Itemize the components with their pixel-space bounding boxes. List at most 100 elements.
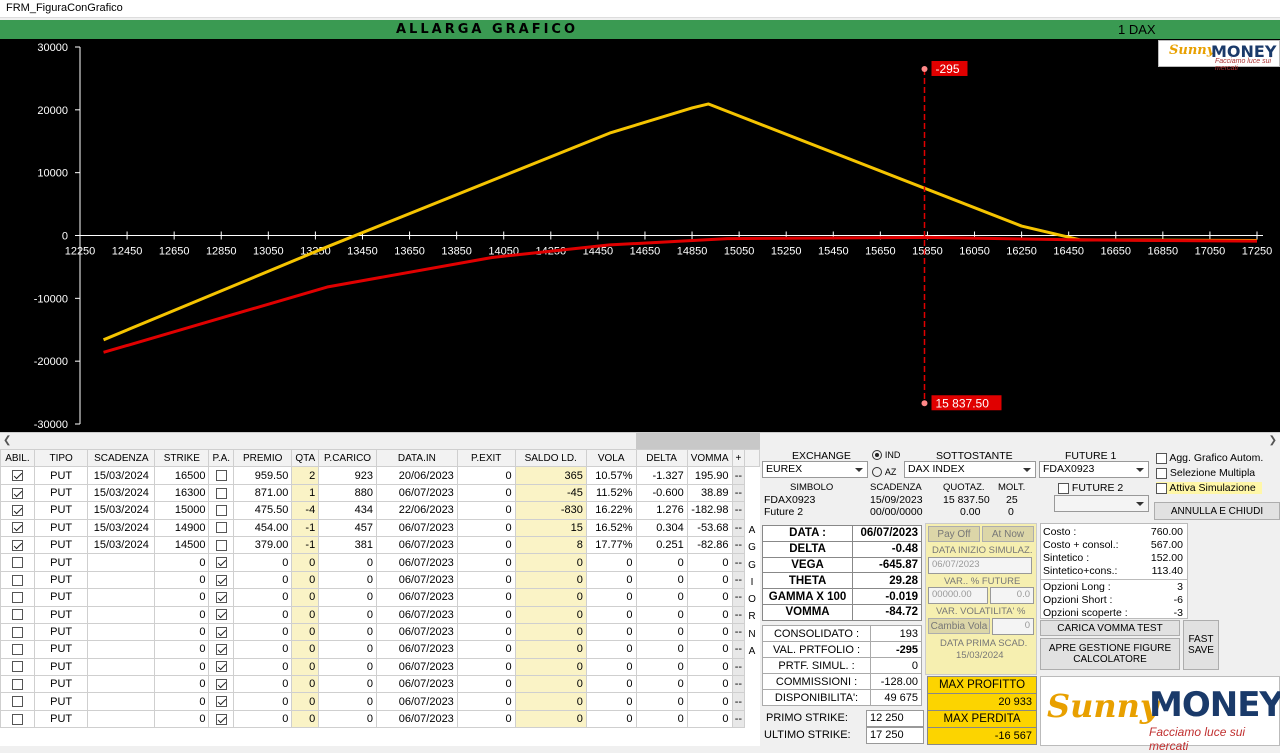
cell-pcar[interactable]: 434 xyxy=(318,501,377,520)
pa-checkbox[interactable] xyxy=(215,557,227,569)
cell-pcar[interactable]: 0 xyxy=(318,588,377,607)
cell-premio[interactable]: 0 xyxy=(233,657,293,677)
enable-checkbox[interactable] xyxy=(11,626,23,638)
cell-pexit[interactable]: 0 xyxy=(456,692,516,711)
pa-checkbox[interactable] xyxy=(215,487,227,499)
cell-strike[interactable]: 0 xyxy=(154,553,210,572)
cell-tipo[interactable]: PUT xyxy=(33,466,89,485)
row-action-button[interactable]: -- xyxy=(731,692,746,711)
cell-qta[interactable]: 0 xyxy=(291,605,320,624)
cell-saldo[interactable]: 0 xyxy=(514,692,587,711)
cell-pexit[interactable]: 0 xyxy=(456,657,516,677)
enable-checkbox[interactable] xyxy=(11,591,23,603)
cell-scad[interactable] xyxy=(87,622,156,642)
cell-datain[interactable]: 06/07/2023 xyxy=(375,518,458,537)
cell-scad[interactable] xyxy=(87,657,156,677)
cell-delta[interactable]: 0 xyxy=(635,709,688,729)
cell-qta[interactable]: 0 xyxy=(291,553,320,572)
cell-scad[interactable] xyxy=(87,709,156,729)
cell-scad[interactable]: 15/03/2024 xyxy=(87,518,156,537)
cell-pa[interactable] xyxy=(208,466,235,485)
table-row[interactable]: PUT 0 0 0 0 06/07/2023 0 0 0 0 0 -- xyxy=(0,622,760,642)
cell-pexit[interactable]: 0 xyxy=(456,483,516,503)
row-action-button[interactable]: -- xyxy=(731,535,746,555)
row-action-button[interactable]: -- xyxy=(731,605,746,624)
pa-checkbox[interactable] xyxy=(215,609,227,621)
cell-abil[interactable] xyxy=(0,518,35,537)
grid-header-9[interactable]: P.EXIT xyxy=(456,449,516,468)
cell-pexit[interactable]: 0 xyxy=(456,570,516,590)
cell-premio[interactable]: 454.00 xyxy=(233,518,293,537)
cell-delta[interactable]: 0 xyxy=(635,675,688,694)
cell-premio[interactable]: 0 xyxy=(233,709,293,729)
table-row[interactable]: PUT 0 0 0 0 06/07/2023 0 0 0 0 0 -- xyxy=(0,709,760,729)
cell-scad[interactable] xyxy=(87,675,156,694)
table-row[interactable]: PUT 0 0 0 0 06/07/2023 0 0 0 0 0 -- xyxy=(0,692,760,711)
var-future-input[interactable]: 00000.00 xyxy=(928,587,988,604)
cell-premio[interactable]: 0 xyxy=(233,588,293,607)
cell-delta[interactable]: -0.600 xyxy=(635,483,688,503)
enable-checkbox[interactable] xyxy=(11,470,23,482)
table-row[interactable]: PUT 0 0 0 0 06/07/2023 0 0 0 0 0 -- xyxy=(0,675,760,694)
cell-pa[interactable] xyxy=(208,588,235,607)
cell-scad[interactable]: 15/03/2024 xyxy=(87,466,156,485)
cell-pa[interactable] xyxy=(208,657,235,677)
cell-abil[interactable] xyxy=(0,640,35,659)
payoff-chart[interactable]: 30000 20000 10000 0 -10000 -20000 -30000 12250 1… xyxy=(0,39,1280,432)
cell-strike[interactable]: 0 xyxy=(154,605,210,624)
grid-header-3[interactable]: STRIKE xyxy=(154,449,210,468)
cell-vola[interactable]: 10.57% xyxy=(585,466,637,485)
cell-qta[interactable]: 2 xyxy=(291,466,320,485)
cell-pexit[interactable]: 0 xyxy=(456,622,516,642)
cell-vomma[interactable]: 0 xyxy=(686,553,733,572)
cell-scad[interactable]: 15/03/2024 xyxy=(87,501,156,520)
cell-abil[interactable] xyxy=(0,675,35,694)
cell-qta[interactable]: 1 xyxy=(291,483,320,503)
fast-save-button[interactable]: FAST SAVE xyxy=(1183,620,1219,670)
cell-tipo[interactable]: PUT xyxy=(33,605,89,624)
cell-vola[interactable]: 17.77% xyxy=(585,535,637,555)
cell-scad[interactable] xyxy=(87,605,156,624)
cell-pcar[interactable]: 0 xyxy=(318,709,377,729)
cell-datain[interactable]: 06/07/2023 xyxy=(375,657,458,677)
cell-datain[interactable]: 06/07/2023 xyxy=(375,692,458,711)
cell-premio[interactable]: 959.50 xyxy=(233,466,293,485)
pa-checkbox[interactable] xyxy=(215,644,227,656)
cell-pa[interactable] xyxy=(208,483,235,503)
cell-vola[interactable]: 16.22% xyxy=(585,501,637,520)
cell-vomma[interactable]: -53.68 xyxy=(686,518,733,537)
cell-vola[interactable]: 0 xyxy=(585,622,637,642)
cell-premio[interactable]: 0 xyxy=(233,622,293,642)
table-row[interactable]: PUT 15/03/2024 16500 959.50 2 923 20/06/2023 0 3… xyxy=(0,466,760,485)
cell-vola[interactable]: 0 xyxy=(585,605,637,624)
cell-qta[interactable]: -1 xyxy=(291,535,320,555)
cell-pa[interactable] xyxy=(208,692,235,711)
cell-delta[interactable]: 1.276 xyxy=(635,501,688,520)
cell-abil[interactable] xyxy=(0,483,35,503)
cell-saldo[interactable]: 8 xyxy=(514,535,587,555)
grid-header-14[interactable]: + xyxy=(731,449,746,468)
cell-saldo[interactable]: 0 xyxy=(514,640,587,659)
cell-tipo[interactable]: PUT xyxy=(33,483,89,503)
attiva-simulazione-checkbox[interactable]: Attiva Simulazione xyxy=(1156,482,1262,494)
var-volatilita-input[interactable]: 0 xyxy=(992,618,1034,635)
var-future-pct-input[interactable]: 0.0 xyxy=(990,587,1034,604)
cell-strike[interactable]: 16300 xyxy=(154,483,210,503)
cell-abil[interactable] xyxy=(0,605,35,624)
cell-delta[interactable]: 0 xyxy=(635,640,688,659)
cell-strike[interactable]: 16500 xyxy=(154,466,210,485)
cell-pa[interactable] xyxy=(208,605,235,624)
enable-checkbox[interactable] xyxy=(11,574,23,586)
pa-checkbox[interactable] xyxy=(215,591,227,603)
cell-datain[interactable]: 06/07/2023 xyxy=(375,622,458,642)
cell-vola[interactable]: 0 xyxy=(585,675,637,694)
data-inizio-input[interactable]: 06/07/2023 xyxy=(928,557,1032,574)
cell-strike[interactable]: 14900 xyxy=(154,518,210,537)
cell-scad[interactable] xyxy=(87,553,156,572)
radio-ind[interactable]: IND xyxy=(872,449,900,461)
table-row[interactable]: PUT 0 0 0 0 06/07/2023 0 0 0 0 0 -- xyxy=(0,588,760,607)
table-row[interactable]: PUT 0 0 0 0 06/07/2023 0 0 0 0 0 -- xyxy=(0,605,760,624)
scroll-left-icon[interactable]: ❮ xyxy=(3,435,11,446)
future2-checkbox[interactable]: FUTURE 2 xyxy=(1058,482,1123,494)
cell-pcar[interactable]: 923 xyxy=(318,466,377,485)
